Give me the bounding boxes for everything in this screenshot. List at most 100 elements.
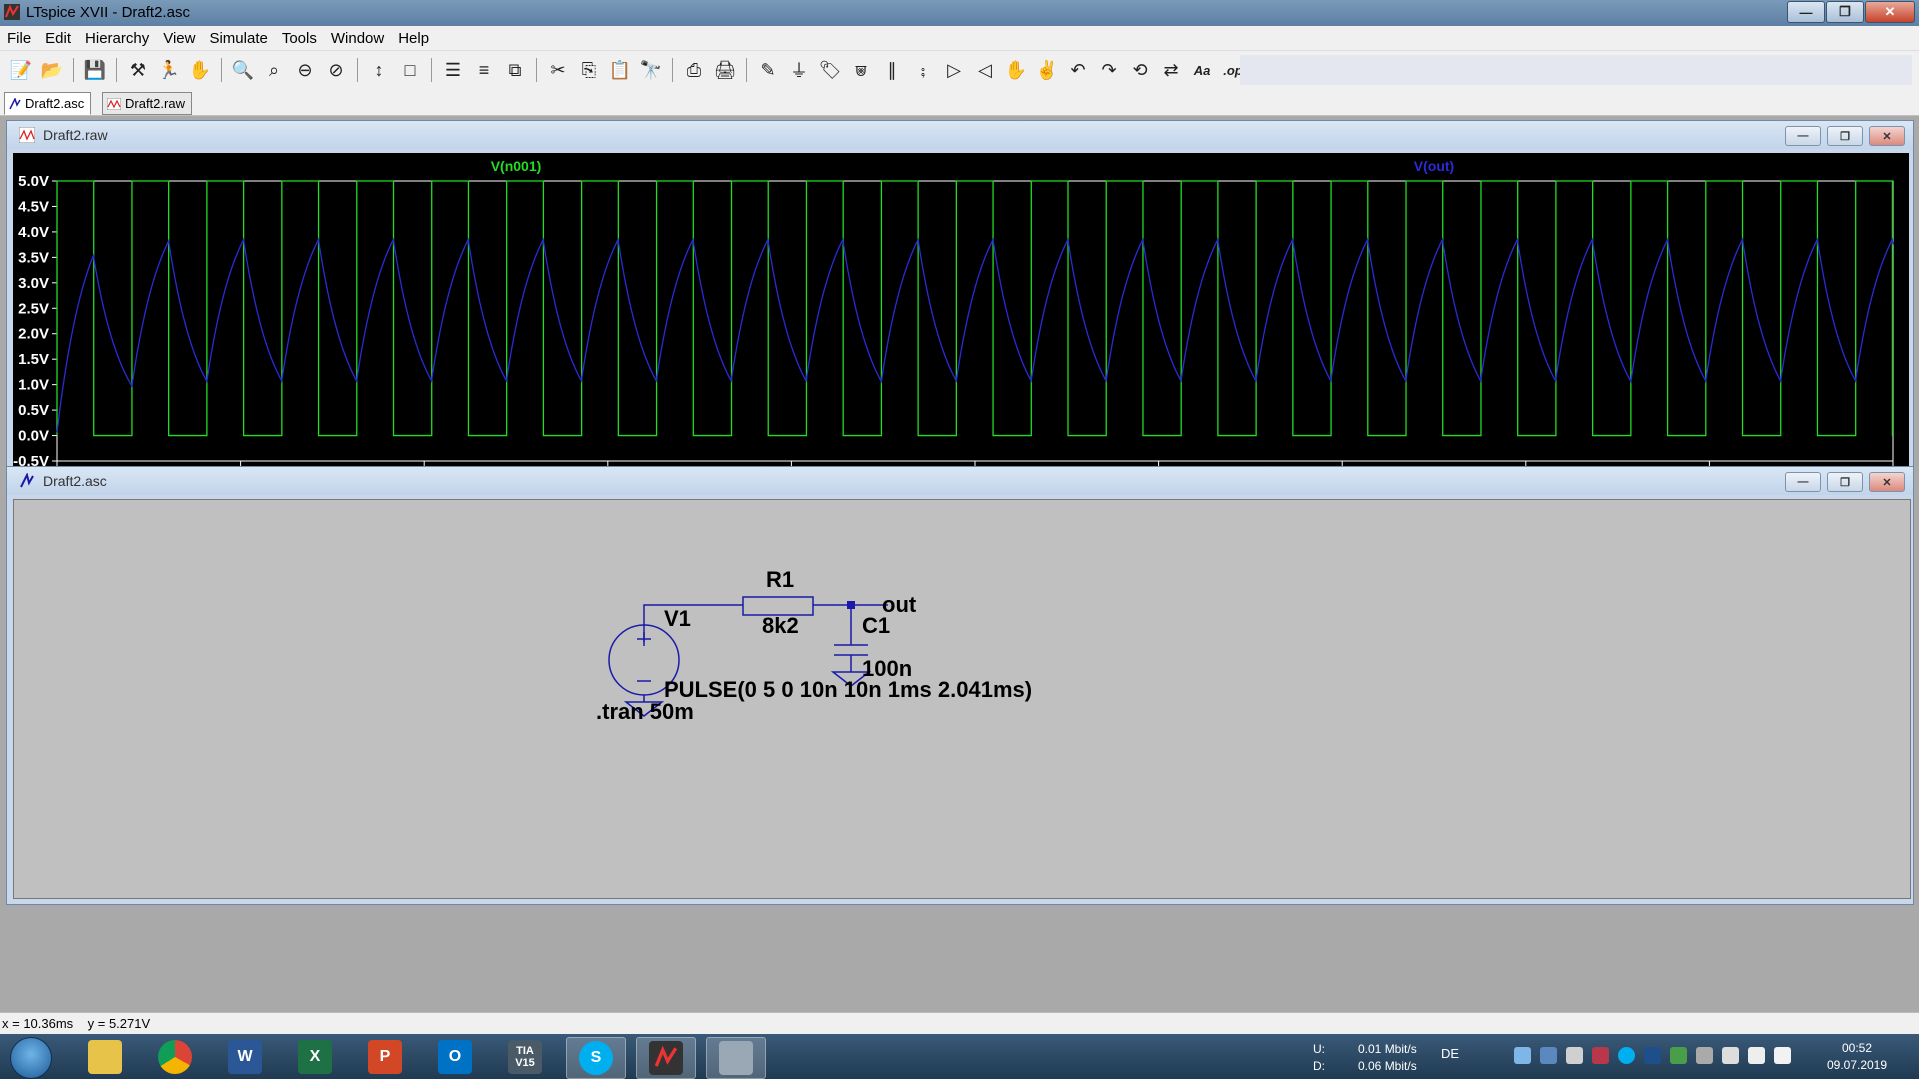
- resistor-icon: ⩐: [855, 59, 867, 80]
- taskbar-chrome[interactable]: [146, 1037, 204, 1077]
- minimize-button[interactable]: —: [1787, 1, 1825, 23]
- file-explorer-icon: [88, 1040, 122, 1074]
- clock[interactable]: 00:52 09.07.2019: [1807, 1040, 1907, 1074]
- document-tabs: Draft2.asc Draft2.raw: [0, 89, 1919, 115]
- zoom-in-button[interactable]: 🔍: [230, 57, 256, 83]
- cascade-button[interactable]: ⧉: [502, 57, 528, 83]
- cut-button[interactable]: ✂: [545, 57, 571, 83]
- onedrive-icon[interactable]: [1514, 1047, 1531, 1064]
- taskbar-excel[interactable]: X: [286, 1037, 344, 1077]
- diode-button[interactable]: ▷: [941, 57, 967, 83]
- drag-button[interactable]: ✌: [1034, 57, 1060, 83]
- outlook-icon: O: [438, 1040, 472, 1074]
- close-button[interactable]: ✕: [1865, 1, 1915, 23]
- menu-simulate[interactable]: Simulate: [202, 30, 274, 47]
- drag-icon: ✌: [1035, 59, 1059, 80]
- toolbar-separator: [221, 58, 222, 82]
- menu-file[interactable]: File: [0, 30, 38, 47]
- tile-horizontal-button[interactable]: ☰: [440, 57, 466, 83]
- run-button[interactable]: 🏃: [156, 57, 182, 83]
- print-setup-button[interactable]: ⎙: [681, 57, 707, 83]
- r1-name: R1: [766, 567, 794, 592]
- new-schematic-button[interactable]: 📝: [8, 57, 34, 83]
- capacitor-button[interactable]: ∥: [879, 57, 905, 83]
- trace-label-v-n001: V(n001): [491, 158, 542, 174]
- print-button[interactable]: 🖨: [712, 57, 738, 83]
- schematic-canvas[interactable]: R1 8k2 out V1 C1 100n PULSE(0 5 0 10n 10…: [13, 499, 1911, 899]
- signal-icon[interactable]: [1748, 1047, 1765, 1064]
- menu-hierarchy[interactable]: Hierarchy: [78, 30, 156, 47]
- word-icon: W: [228, 1040, 262, 1074]
- taskbar-outlook[interactable]: O: [426, 1037, 484, 1077]
- rotate-button[interactable]: ⟲: [1127, 57, 1153, 83]
- spice-directive[interactable]: .tran 50m: [596, 699, 694, 724]
- tools-icon[interactable]: [1696, 1047, 1713, 1064]
- tab-draft2-raw[interactable]: Draft2.raw: [102, 92, 192, 115]
- taskbar-powerpoint[interactable]: P: [356, 1037, 414, 1077]
- taskbar-skype[interactable]: S: [566, 1037, 626, 1079]
- network-monitor-icon[interactable]: [1670, 1047, 1687, 1064]
- status-bar: x = 10.36ms y = 5.271V: [0, 1012, 1919, 1035]
- schematic-restore-button[interactable]: ❐: [1827, 472, 1863, 492]
- network-speed: U: 0.01 Mbit/s D: 0.06 Mbit/s: [1313, 1041, 1433, 1075]
- diode-icon: ▷: [947, 59, 961, 80]
- control-panel-button[interactable]: ⚒: [125, 57, 151, 83]
- mark-unref-button[interactable]: □: [397, 57, 423, 83]
- waveform-restore-button[interactable]: ❐: [1827, 126, 1863, 146]
- autorange-button[interactable]: ↕: [366, 57, 392, 83]
- wire-button[interactable]: ✎: [755, 57, 781, 83]
- zoom-out-button[interactable]: ⊖: [292, 57, 318, 83]
- menu-help[interactable]: Help: [391, 30, 436, 47]
- text-button[interactable]: Aa: [1189, 57, 1215, 83]
- start-button[interactable]: [10, 1037, 52, 1079]
- taskbar-file-explorer[interactable]: [76, 1037, 134, 1077]
- security-icon[interactable]: [1592, 1047, 1609, 1064]
- redo-button[interactable]: ↷: [1096, 57, 1122, 83]
- schematic-minimize-button[interactable]: —: [1785, 472, 1821, 492]
- menu-window[interactable]: Window: [324, 30, 391, 47]
- pan-button[interactable]: ✋: [187, 57, 213, 83]
- zoom-cancel-button[interactable]: ⊘: [323, 57, 349, 83]
- component-button[interactable]: ◁: [972, 57, 998, 83]
- mirror-button[interactable]: ⇄: [1158, 57, 1184, 83]
- people-icon[interactable]: [1566, 1047, 1583, 1064]
- menu-view[interactable]: View: [156, 30, 202, 47]
- taskbar-word[interactable]: W: [216, 1037, 274, 1077]
- schematic-close-button[interactable]: ✕: [1869, 472, 1905, 492]
- language-indicator[interactable]: DE: [1441, 1046, 1459, 1061]
- shield-icon[interactable]: [1540, 1047, 1557, 1064]
- zoom-extents-button[interactable]: ⌕: [261, 57, 287, 83]
- battery-icon[interactable]: [1722, 1047, 1739, 1064]
- label-button[interactable]: 🏷: [817, 57, 843, 83]
- volume-icon[interactable]: [1774, 1047, 1791, 1064]
- ground-button[interactable]: ⏚: [786, 57, 812, 83]
- menu-tools[interactable]: Tools: [275, 30, 324, 47]
- waveform-close-button[interactable]: ✕: [1869, 126, 1905, 146]
- tab-draft2-asc[interactable]: Draft2.asc: [4, 92, 92, 115]
- find-button[interactable]: 🔭: [638, 57, 664, 83]
- menu-edit[interactable]: Edit: [38, 30, 78, 47]
- tile-vertical-button[interactable]: ≡: [471, 57, 497, 83]
- open-button[interactable]: 📂: [39, 57, 65, 83]
- schematic-drawing[interactable]: R1 8k2 out V1 C1 100n PULSE(0 5 0 10n 10…: [14, 500, 1910, 898]
- paste-button[interactable]: 📋: [607, 57, 633, 83]
- taskbar-tia-portal[interactable]: TIA V15: [496, 1037, 554, 1077]
- maximize-button[interactable]: ❐: [1826, 1, 1864, 23]
- copy-button[interactable]: ⎘: [576, 57, 602, 83]
- taskbar-calculator[interactable]: [706, 1037, 766, 1079]
- plot-frame: [56, 180, 1894, 462]
- move-button[interactable]: ✋: [1003, 57, 1029, 83]
- bluetooth-icon[interactable]: [1644, 1047, 1661, 1064]
- mdi-workspace: Draft2.raw — ❐ ✕ 5.0V 4.5V 4.0V 3.5V 3.0V 2.5…: [0, 116, 1919, 1012]
- skype-tray-icon[interactable]: [1618, 1047, 1635, 1064]
- taskbar-ltspice[interactable]: [636, 1037, 696, 1079]
- redo-icon: ↷: [1101, 59, 1117, 80]
- save-button[interactable]: 💾: [82, 57, 108, 83]
- open-icon: 📂: [40, 59, 64, 80]
- capacitor-icon: ∥: [887, 59, 897, 80]
- schematic-window-titlebar: Draft2.asc — ❐ ✕: [7, 467, 1913, 495]
- waveform-minimize-button[interactable]: —: [1785, 126, 1821, 146]
- resistor-button[interactable]: ⩐: [848, 57, 874, 83]
- inductor-button[interactable]: ⨟: [910, 57, 936, 83]
- undo-button[interactable]: ↶: [1065, 57, 1091, 83]
